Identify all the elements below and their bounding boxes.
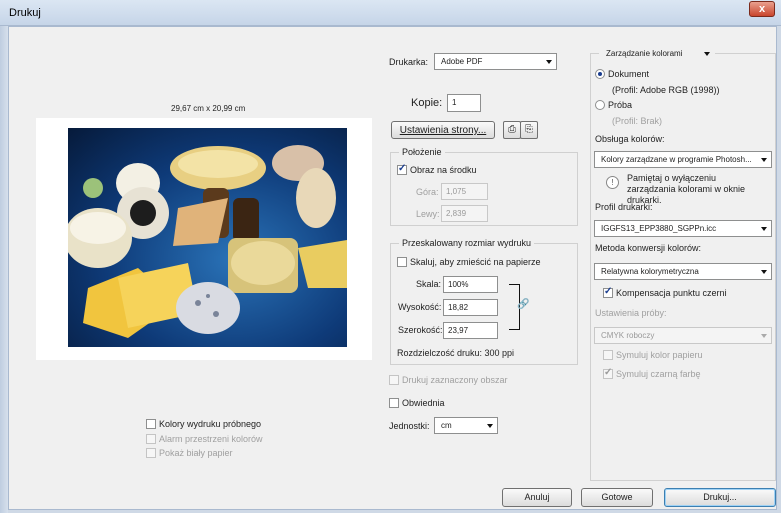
- color-handling-select[interactable]: Kolory zarządzane w programie Photosh...: [594, 151, 772, 168]
- copies-label: Kopie:: [411, 97, 443, 109]
- gamut-warning-checkbox[interactable]: [146, 434, 156, 444]
- done-button[interactable]: Gotowe: [581, 488, 653, 507]
- scaled-size-group-title: Przeskalowany rozmiar wydruku: [399, 238, 535, 248]
- fit-to-paper-label: Skaluj, aby zmieścić na papierze: [410, 257, 541, 267]
- simulate-paper-label: Symuluj kolor papieru: [616, 350, 703, 360]
- left-input[interactable]: 2,839: [441, 205, 488, 222]
- copies-input[interactable]: 1: [447, 94, 481, 112]
- bounding-box-label: Obwiednia: [402, 398, 445, 408]
- close-icon: x: [758, 3, 766, 15]
- width-label: Szerokość:: [398, 325, 443, 335]
- scale-label: Skala:: [416, 279, 442, 289]
- height-label: Wysokość:: [398, 302, 442, 312]
- scale-input[interactable]: 100%: [443, 276, 498, 293]
- units-label: Jednostki:: [389, 421, 430, 431]
- rendering-intent-label: Metoda konwersji kolorów:: [595, 243, 702, 253]
- document-label: Dokument: [608, 69, 650, 79]
- print-selected-area-label: Drukuj zaznaczony obszar: [402, 375, 508, 385]
- center-image-label: Obraz na środku: [410, 165, 477, 175]
- width-input[interactable]: 23,97: [443, 322, 498, 339]
- window-title: Drukuj: [9, 7, 41, 19]
- window-frame-left: [0, 26, 8, 513]
- simulate-ink-label: Symuluj czarną farbę: [616, 369, 701, 379]
- simulate-paper-checkbox[interactable]: [603, 350, 613, 360]
- proof-colors-label: Kolory wydruku próbnego: [159, 419, 262, 429]
- proof-setup-select[interactable]: CMYK roboczy: [594, 327, 772, 344]
- chevron-down-icon: [761, 270, 767, 274]
- landscape-orientation-button[interactable]: ⎘: [520, 121, 538, 139]
- units-select[interactable]: cm: [434, 417, 498, 434]
- top-input[interactable]: 1,075: [441, 183, 488, 200]
- height-input[interactable]: 18,82: [443, 299, 498, 316]
- proof-setup-label: Ustawienia próby:: [595, 308, 667, 318]
- color-management-select[interactable]: Zarządzanie kolorami: [599, 45, 715, 62]
- chevron-down-icon: [761, 158, 767, 162]
- chevron-down-icon: [761, 227, 767, 231]
- color-handling-label: Obsługa kolorów:: [595, 134, 665, 144]
- black-point-compensation-label: Kompensacja punktu czerni: [616, 288, 727, 298]
- top-label: Góra:: [416, 187, 439, 197]
- chain-link-icon[interactable]: 🔗: [517, 299, 529, 310]
- gamut-warning-label: Alarm przestrzeni kolorów: [159, 434, 263, 444]
- print-preview-image[interactable]: [68, 128, 347, 347]
- proof-profile: (Profil: Brak): [612, 116, 663, 126]
- print-button[interactable]: Drukuj...: [664, 488, 776, 507]
- printer-select[interactable]: Adobe PDF: [434, 53, 557, 70]
- black-point-compensation-checkbox[interactable]: [603, 286, 613, 298]
- cancel-button[interactable]: Anuluj: [502, 488, 572, 507]
- chevron-down-icon: [761, 334, 767, 338]
- center-image-checkbox[interactable]: [397, 163, 407, 175]
- close-button[interactable]: x: [749, 1, 775, 17]
- chevron-down-icon: [487, 424, 493, 428]
- proof-radio[interactable]: [595, 100, 605, 110]
- landscape-icon: ⎘: [525, 124, 533, 135]
- chevron-down-icon: [546, 60, 552, 64]
- simulate-ink-checkbox[interactable]: [603, 367, 613, 379]
- warning-icon: !: [606, 176, 619, 189]
- paper-white-checkbox[interactable]: [146, 448, 156, 458]
- proof-label: Próba: [608, 100, 633, 110]
- portrait-icon: ⎙: [508, 124, 516, 135]
- printer-label: Drukarka:: [389, 57, 429, 67]
- page-setup-button[interactable]: Ustawienia strony...: [391, 121, 495, 139]
- chevron-down-icon: [704, 52, 710, 56]
- food-photo-thumbnail: [68, 145, 347, 338]
- portrait-orientation-button[interactable]: ⎙: [503, 121, 521, 139]
- paper-white-label: Pokaż biały papier: [159, 448, 233, 458]
- proof-colors-checkbox[interactable]: [146, 419, 156, 429]
- print-resolution: Rozdzielczość druku: 300 ppi: [397, 348, 515, 358]
- printer-profile-label: Profil drukarki:: [595, 202, 653, 212]
- paper-size-label: 29,67 cm x 20,99 cm: [171, 104, 246, 113]
- position-group-title: Położenie: [399, 147, 445, 157]
- title-bar: [0, 0, 781, 26]
- rendering-intent-select[interactable]: Relatywna kolorymetryczna: [594, 263, 772, 280]
- fit-to-paper-checkbox[interactable]: [397, 257, 407, 267]
- document-radio[interactable]: [595, 69, 605, 79]
- print-selected-area-checkbox[interactable]: [389, 375, 399, 385]
- bounding-box-checkbox[interactable]: [389, 398, 399, 408]
- left-label: Lewy:: [416, 209, 440, 219]
- printer-profile-select[interactable]: IGGFS13_EPP3880_SGPPn.icc: [594, 220, 772, 237]
- document-profile: (Profil: Adobe RGB (1998)): [612, 85, 720, 95]
